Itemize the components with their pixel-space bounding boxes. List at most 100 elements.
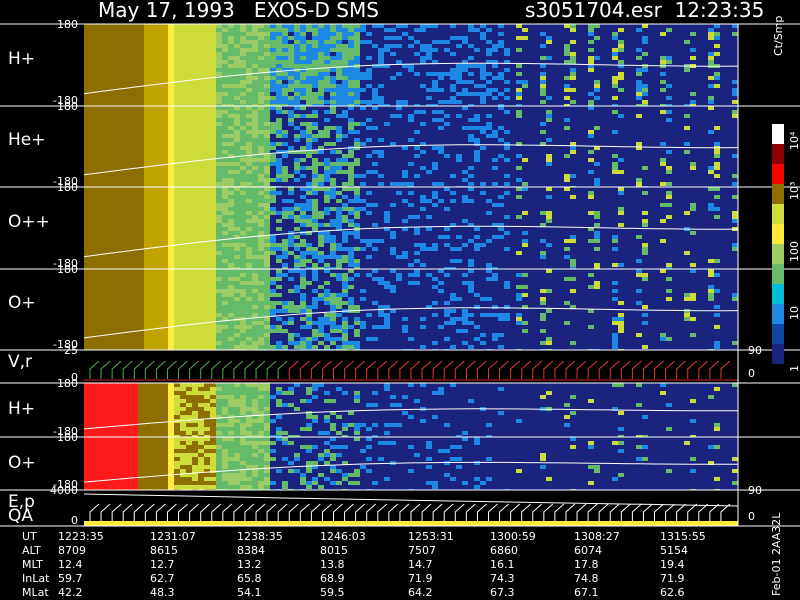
spectrogram-cell: [732, 114, 738, 118]
spectrogram-cell: [300, 76, 306, 80]
spectrogram-cell: [402, 255, 408, 259]
spectrogram-cell: [252, 313, 258, 317]
spectrogram-cell: [306, 44, 312, 48]
spectrogram-cell: [120, 309, 126, 313]
spectrogram-cell: [342, 317, 348, 321]
spectrogram-cell: [300, 56, 306, 60]
spectrogram-cell: [252, 142, 258, 146]
spectrogram-cell: [492, 166, 498, 170]
spectrogram-cell: [300, 337, 306, 341]
spectrogram-cell: [180, 251, 186, 255]
spectrogram-cell: [324, 158, 330, 162]
spectrogram-cell: [132, 293, 138, 297]
spectrogram-cell: [228, 215, 234, 219]
spectrogram-cell: [588, 48, 594, 52]
spectrogram-cell: [156, 100, 162, 104]
spectrogram-cell: [690, 166, 696, 170]
spectrogram-cell: [264, 423, 270, 427]
spectrogram-cell: [396, 60, 402, 64]
spectrogram-cell: [354, 395, 360, 399]
spectrogram-cell: [90, 88, 96, 92]
spectrogram-cell: [324, 52, 330, 56]
spectrogram-cell: [300, 195, 306, 199]
spectrogram-cell: [222, 130, 228, 134]
spectrogram-cell: [132, 403, 138, 407]
spectrogram-cell: [336, 293, 342, 297]
spectrogram-cell: [390, 289, 396, 293]
spectrogram-cell: [126, 56, 132, 60]
spectrogram-cell: [282, 48, 288, 52]
spectrogram-cell: [84, 341, 90, 345]
spectrogram-cell: [132, 187, 138, 191]
spectrogram-cell: [198, 166, 204, 170]
spectrogram-cell: [252, 60, 258, 64]
spectrogram-cell: [90, 178, 96, 182]
spectrogram-cell: [210, 32, 216, 36]
spectrogram-cell: [516, 297, 522, 301]
spectrogram-cell: [330, 337, 336, 341]
spectrogram-cell: [312, 96, 318, 100]
spectrogram-cell: [168, 146, 174, 150]
spectrogram-cell: [204, 281, 210, 285]
spectrogram-cell: [132, 182, 138, 186]
spectrogram-cell: [216, 387, 222, 391]
spectrogram-cell: [690, 92, 696, 96]
spectrogram-cell: [168, 251, 174, 255]
spectrogram-cell: [444, 301, 450, 305]
spectrogram-cell: [348, 96, 354, 100]
spectrogram-cell: [234, 239, 240, 243]
spectrogram-cell: [156, 215, 162, 219]
spectrogram-cell: [300, 36, 306, 40]
spectrogram-cell: [732, 24, 738, 28]
spectrogram-cell: [204, 52, 210, 56]
spectrogram-cell: [138, 239, 144, 243]
spectrogram-cell: [96, 305, 102, 309]
spectrogram-cell: [516, 293, 522, 297]
spectrogram-cell: [636, 142, 642, 146]
spectrogram-cell: [486, 72, 492, 76]
spectrogram-cell: [192, 383, 198, 387]
spectrogram-cell: [216, 391, 222, 395]
spectrogram-cell: [342, 281, 348, 285]
spectrogram-cell: [258, 36, 264, 40]
spectrogram-cell: [402, 317, 408, 321]
spectrogram-cell: [114, 341, 120, 345]
spectrogram-cell: [708, 285, 714, 289]
spectrogram-cell: [156, 134, 162, 138]
spectrogram-cell: [516, 178, 522, 182]
spectrogram-cell: [492, 273, 498, 277]
spectrogram-cell: [306, 215, 312, 219]
spectrogram-cell: [192, 146, 198, 150]
spectrogram-cell: [228, 341, 234, 345]
spectrogram-cell: [108, 150, 114, 154]
spectrogram-cell: [102, 387, 108, 391]
spectrogram-cell: [252, 114, 258, 118]
spectrogram-cell: [312, 84, 318, 88]
spectrogram-cell: [612, 166, 618, 170]
spectrogram-cell: [162, 199, 168, 203]
spectrogram-cell: [690, 317, 696, 321]
spectrogram-cell: [426, 247, 432, 251]
spectrogram-cell: [114, 215, 120, 219]
spectrogram-cell: [348, 100, 354, 104]
spectrogram-cell: [144, 64, 150, 68]
spectrogram-cell: [276, 317, 282, 321]
spectrogram-cell: [90, 387, 96, 391]
spectrogram-cell: [174, 427, 180, 431]
spectrogram-cell: [114, 40, 120, 44]
spectrogram-cell: [294, 52, 300, 56]
spectrogram-cell: [264, 243, 270, 247]
spectrogram-cell: [84, 52, 90, 56]
spectrogram-cell: [258, 76, 264, 80]
spectrogram-cell: [222, 40, 228, 44]
spectrogram-cell: [384, 423, 390, 427]
spectrogram-cell: [462, 243, 468, 247]
spectrogram-cell: [402, 411, 408, 415]
spectrogram-cell: [192, 337, 198, 341]
spectrogram-cell: [474, 126, 480, 130]
spectrogram-cell: [336, 211, 342, 215]
spectrogram-cell: [564, 52, 570, 56]
spectrogram-cell: [282, 142, 288, 146]
spectrogram-cell: [348, 247, 354, 251]
spectrogram-cell: [300, 187, 306, 191]
